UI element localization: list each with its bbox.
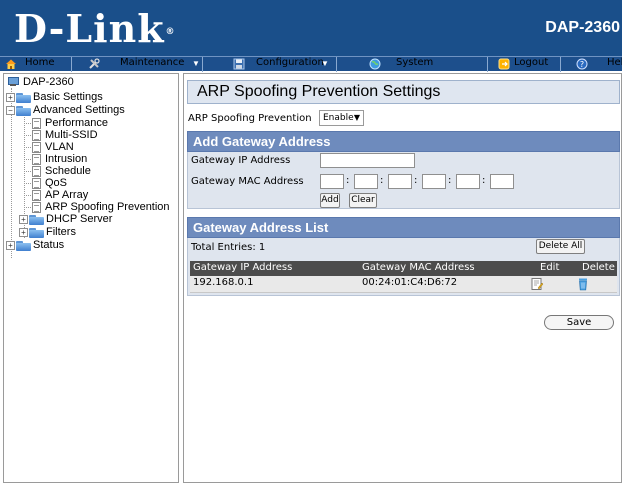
save-button[interactable]: Save bbox=[544, 315, 614, 330]
folder-icon bbox=[29, 214, 44, 225]
tree-item-multi-ssid[interactable]: Multi-SSID bbox=[32, 129, 98, 141]
page-icon bbox=[32, 189, 41, 201]
page-icon bbox=[32, 129, 41, 141]
column-gateway-mac: Gateway MAC Address bbox=[362, 262, 475, 273]
header-banner: D-Link® DAP-2360 bbox=[0, 0, 622, 56]
tree-item-intrusion[interactable]: Intrusion bbox=[32, 153, 87, 165]
chevron-down-icon: ▼ bbox=[321, 59, 329, 68]
menu-configuration[interactable]: Configuration ▼ bbox=[203, 57, 337, 72]
folder-icon bbox=[16, 92, 31, 103]
chevron-down-icon: ▼ bbox=[192, 59, 200, 68]
column-edit: Edit bbox=[540, 262, 560, 273]
device-icon bbox=[6, 77, 20, 87]
floppy-icon bbox=[233, 58, 245, 70]
tree-root-device[interactable]: DAP-2360 bbox=[6, 76, 74, 88]
page-icon bbox=[32, 201, 41, 213]
tree-item-ap-array[interactable]: AP Array bbox=[32, 189, 88, 201]
menu-logout[interactable]: Logout bbox=[488, 57, 561, 72]
tree-status[interactable]: + Status bbox=[6, 239, 64, 251]
menu-home[interactable]: Home bbox=[0, 57, 72, 72]
tree-item-qos[interactable]: QoS bbox=[32, 177, 67, 189]
tree-filters[interactable]: + Filters bbox=[19, 226, 76, 238]
add-gateway-body: Gateway IP Address Gateway MAC Address :… bbox=[187, 152, 620, 209]
page-title: ARP Spoofing Prevention Settings bbox=[197, 83, 441, 100]
top-menu-bar: Home Maintenance ▼ Configuration ▼ Syste… bbox=[0, 56, 622, 72]
model-name: DAP-2360 bbox=[545, 19, 620, 36]
gateway-list-header: Gateway Address List bbox=[187, 217, 620, 238]
sidebar-tree: DAP-2360 + Basic Settings − Advanced Setti… bbox=[3, 73, 179, 483]
column-delete: Delete bbox=[582, 262, 615, 273]
clear-button[interactable]: Clear bbox=[349, 193, 377, 208]
brand-logo: D-Link® bbox=[14, 6, 176, 51]
gateway-ip-input[interactable] bbox=[320, 153, 415, 168]
home-icon bbox=[5, 58, 17, 70]
gateway-table-header: Gateway IP Address Gateway MAC Address E… bbox=[190, 261, 617, 276]
expand-icon[interactable]: + bbox=[6, 240, 15, 250]
add-gateway-header: Add Gateway Address bbox=[187, 131, 620, 152]
page-title-bar: ARP Spoofing Prevention Settings bbox=[187, 80, 620, 104]
page-icon bbox=[32, 177, 41, 189]
column-gateway-ip: Gateway IP Address bbox=[193, 262, 293, 273]
page-icon bbox=[32, 153, 41, 165]
main-panel: ARP Spoofing Prevention Settings ARP Spo… bbox=[183, 73, 622, 483]
tree-dhcp-server[interactable]: + DHCP Server bbox=[19, 213, 112, 225]
tree-item-vlan[interactable]: VLAN bbox=[32, 141, 74, 153]
page-icon bbox=[32, 141, 41, 153]
gateway-ip-label: Gateway IP Address bbox=[191, 155, 291, 166]
folder-icon bbox=[16, 240, 31, 251]
gateway-mac-octet-3[interactable] bbox=[388, 174, 412, 189]
add-button[interactable]: Add bbox=[320, 193, 340, 208]
tree-item-performance[interactable]: Performance bbox=[32, 117, 108, 129]
menu-system[interactable]: System bbox=[337, 57, 488, 72]
trash-icon[interactable] bbox=[576, 277, 590, 294]
gateway-mac-octet-5[interactable] bbox=[456, 174, 480, 189]
folder-open-icon bbox=[16, 105, 31, 116]
tree-advanced-settings[interactable]: − Advanced Settings bbox=[6, 104, 125, 116]
help-icon: ? bbox=[576, 58, 588, 70]
tree-basic-settings[interactable]: + Basic Settings bbox=[6, 91, 103, 103]
expand-icon[interactable]: + bbox=[19, 227, 28, 237]
globe-icon bbox=[369, 58, 381, 70]
gateway-mac-label: Gateway MAC Address bbox=[191, 176, 304, 187]
expand-icon[interactable]: + bbox=[19, 214, 28, 224]
page-icon bbox=[32, 117, 41, 129]
delete-all-button[interactable]: Delete All bbox=[536, 239, 585, 254]
arp-spoofing-select[interactable]: Enable ▼ bbox=[319, 110, 364, 126]
tree-item-schedule[interactable]: Schedule bbox=[32, 165, 91, 177]
row-gateway-ip: 192.168.0.1 bbox=[193, 277, 254, 288]
logout-icon bbox=[498, 58, 510, 70]
gateway-mac-octet-2[interactable] bbox=[354, 174, 378, 189]
gateway-mac-octet-6[interactable] bbox=[490, 174, 514, 189]
row-gateway-mac: 00:24:01:C4:D6:72 bbox=[362, 277, 458, 288]
chevron-down-icon: ▼ bbox=[353, 113, 360, 122]
arp-spoofing-label: ARP Spoofing Prevention bbox=[188, 113, 312, 124]
gateway-mac-octet-4[interactable] bbox=[422, 174, 446, 189]
svg-text:?: ? bbox=[580, 60, 584, 69]
table-row: 192.168.0.1 00:24:01:C4:D6:72 bbox=[190, 276, 617, 293]
collapse-icon[interactable]: − bbox=[6, 105, 15, 115]
menu-help[interactable]: ? Help bbox=[561, 57, 622, 72]
gateway-mac-octet-1[interactable] bbox=[320, 174, 344, 189]
menu-maintenance[interactable]: Maintenance ▼ bbox=[72, 57, 203, 72]
tree-item-arp-spoofing-prevention[interactable]: ARP Spoofing Prevention bbox=[32, 201, 170, 213]
page-icon bbox=[32, 165, 41, 177]
total-entries-label: Total Entries: 1 bbox=[191, 242, 266, 253]
edit-icon[interactable] bbox=[530, 277, 544, 294]
tools-icon bbox=[88, 58, 100, 70]
expand-icon[interactable]: + bbox=[6, 92, 15, 102]
folder-icon bbox=[29, 227, 44, 238]
